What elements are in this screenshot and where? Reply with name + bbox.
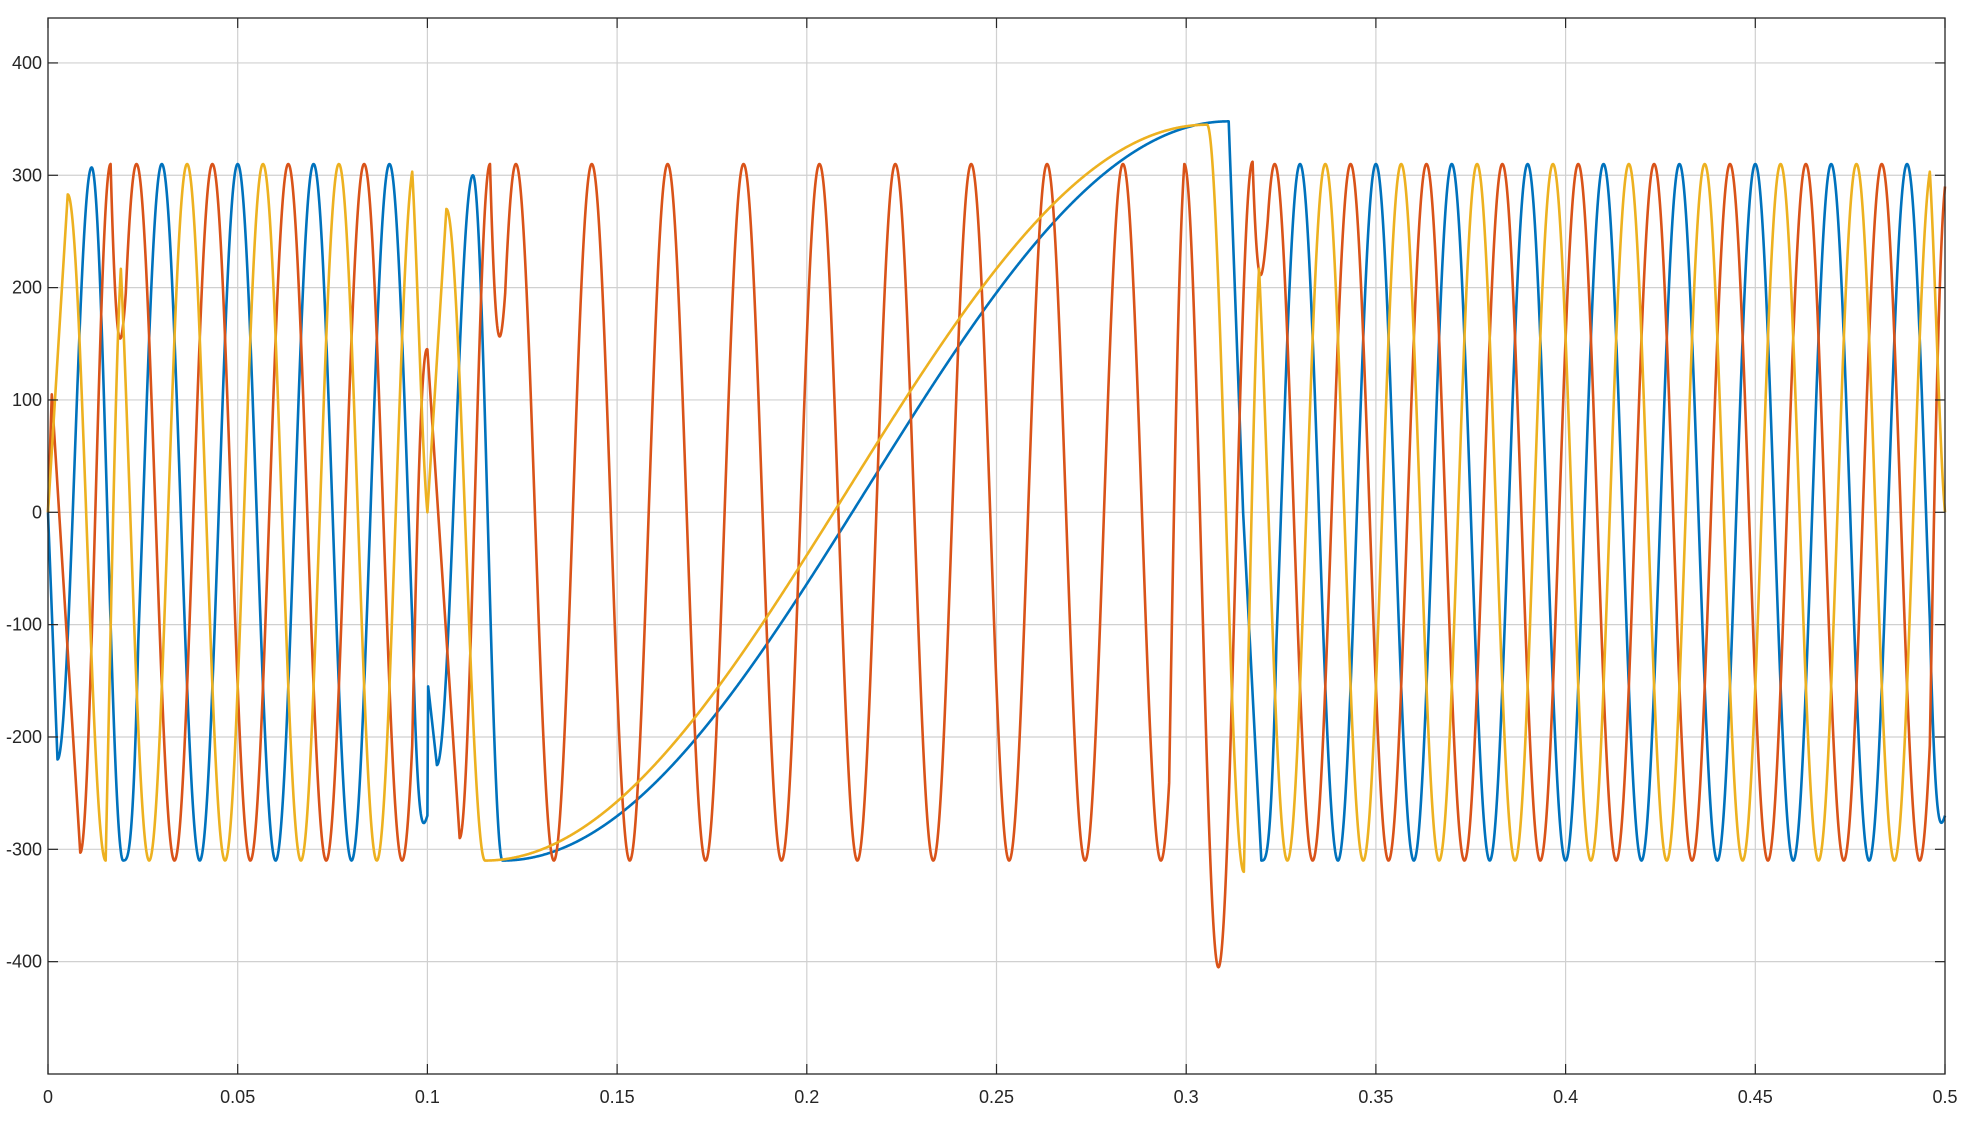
y-tick-label: 300 <box>12 165 42 185</box>
y-tick-label: 400 <box>12 53 42 73</box>
x-tick-label: 0.25 <box>979 1087 1014 1107</box>
x-tick-label: 0.4 <box>1553 1087 1578 1107</box>
x-tick-label: 0.45 <box>1738 1087 1773 1107</box>
x-tick-label: 0.15 <box>600 1087 635 1107</box>
waveform-chart: 0 0.05 0.1 0.15 0.2 0.25 0.3 0.35 0.4 0.45 0.5 400 3… <box>0 0 1965 1144</box>
x-tick-label: 0.1 <box>415 1087 440 1107</box>
y-tick-label: -300 <box>6 839 42 859</box>
x-tick-label: 0 <box>43 1087 53 1107</box>
y-tick-label: 100 <box>12 390 42 410</box>
y-tick-label: -400 <box>6 952 42 972</box>
y-tick-label: 200 <box>12 278 42 298</box>
y-tick-label: 0 <box>32 502 42 522</box>
x-tick-label: 0.5 <box>1932 1087 1957 1107</box>
y-tick-label: -200 <box>6 727 42 747</box>
x-tick-label: 0.35 <box>1358 1087 1393 1107</box>
x-tick-label: 0.2 <box>794 1087 819 1107</box>
y-tick-label: -100 <box>6 615 42 635</box>
x-tick-label: 0.05 <box>220 1087 255 1107</box>
x-tick-label: 0.3 <box>1174 1087 1199 1107</box>
